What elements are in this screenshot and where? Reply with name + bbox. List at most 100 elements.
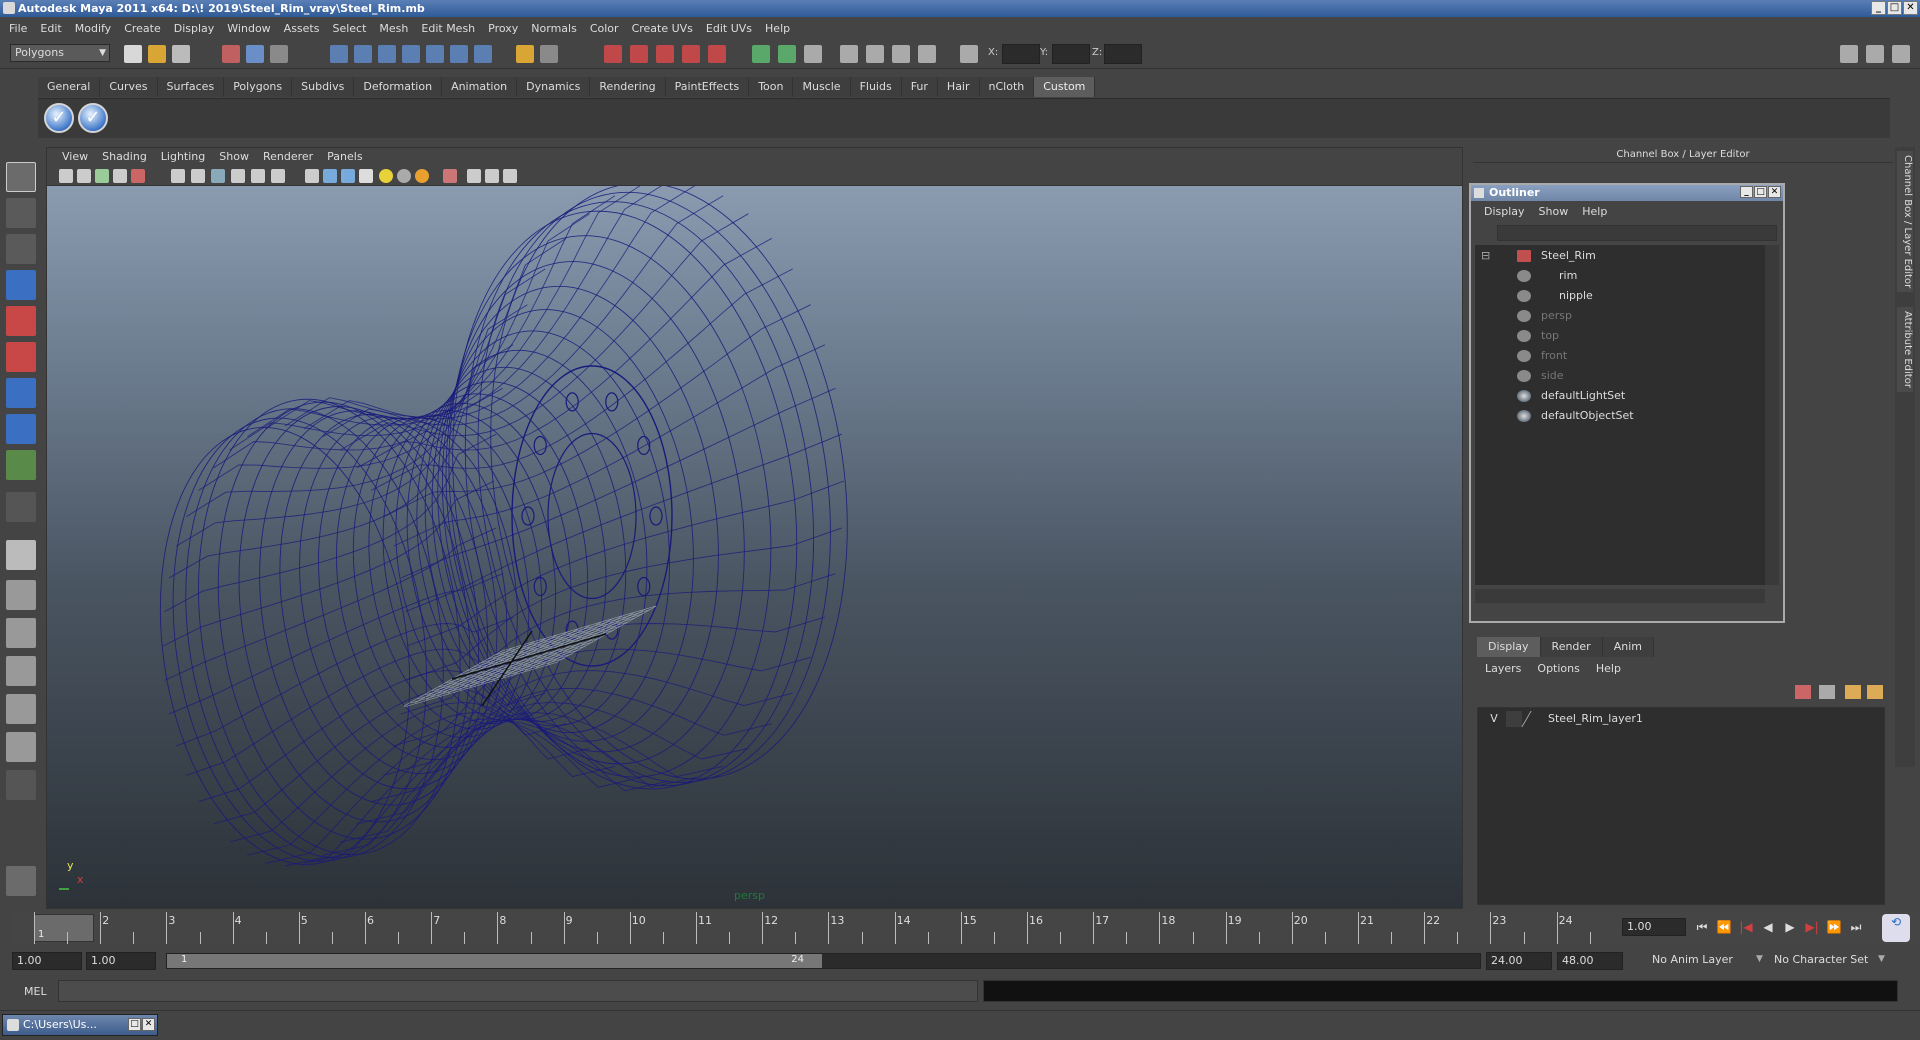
outliner-vertical-scrollbar[interactable] (1765, 245, 1779, 585)
hypershade-layout-icon[interactable] (6, 694, 36, 724)
menu-edit-mesh[interactable]: Edit Mesh (416, 22, 483, 35)
shelf-tab-fur[interactable]: Fur (901, 77, 938, 97)
checkmark-icon[interactable]: ✓ (44, 103, 74, 133)
shelf-tab-surfaces[interactable]: Surfaces (157, 77, 225, 97)
lasso-tool-icon[interactable] (6, 198, 36, 228)
side-tab-attribute-editor[interactable]: Attribute Editor (1897, 307, 1913, 392)
camera-attr-icon[interactable] (77, 169, 91, 183)
bookmark-icon[interactable] (95, 169, 109, 183)
paint-select-icon[interactable] (6, 234, 36, 264)
sidebar-toggle-icon[interactable] (804, 45, 822, 63)
transform-icon[interactable] (866, 45, 884, 63)
tab-display[interactable]: Display (1477, 637, 1541, 657)
outliner-item[interactable]: ⊟ Steel_Rim (1475, 247, 1765, 265)
menu-color[interactable]: Color (585, 22, 627, 35)
render-settings-icon[interactable] (656, 45, 674, 63)
grease-pencil-icon[interactable] (131, 169, 145, 183)
play-forwards-icon[interactable]: ▶ (1782, 919, 1798, 935)
outliner-item[interactable]: rim (1475, 267, 1765, 285)
shelf-tab-dynamics[interactable]: Dynamics (517, 77, 591, 97)
snap-surface-icon[interactable] (426, 45, 444, 63)
playback-end-field[interactable]: 24.00 (1486, 952, 1552, 970)
go-to-end-icon[interactable]: ⏭ (1848, 919, 1864, 935)
tab-anim[interactable]: Anim (1602, 637, 1654, 657)
tab-render[interactable]: Render (1540, 637, 1603, 657)
single-pane-icon[interactable] (6, 540, 36, 570)
step-back-key-icon[interactable]: |◀ (1738, 919, 1754, 935)
range-slider-handle[interactable]: 1 24 (167, 954, 822, 968)
menu-select[interactable]: Select (327, 22, 374, 35)
menu-edit[interactable]: Edit (35, 22, 69, 35)
viewport-menu-show[interactable]: Show (212, 148, 256, 165)
persp-outliner-icon[interactable] (6, 618, 36, 648)
persp-graph-icon[interactable] (6, 656, 36, 686)
layer-type-toggle[interactable] (1506, 711, 1522, 727)
menu-normals[interactable]: Normals (526, 22, 585, 35)
viewport-menu-lighting[interactable]: Lighting (154, 148, 212, 165)
tool-settings-icon[interactable] (1866, 45, 1884, 63)
render-view-icon[interactable] (708, 45, 726, 63)
last-tool-icon[interactable] (6, 492, 36, 522)
outliner-filter-input[interactable] (1497, 225, 1777, 241)
resolution-gate-icon[interactable] (211, 169, 225, 183)
new-scene-icon[interactable] (124, 45, 142, 63)
new-layer-selected-icon[interactable] (1819, 685, 1835, 699)
soft-mod-icon[interactable] (6, 414, 36, 444)
absolute-icon[interactable] (918, 45, 936, 63)
x-field[interactable] (1002, 44, 1040, 64)
menu-edit-uvs[interactable]: Edit UVs (701, 22, 760, 35)
save-scene-icon[interactable] (172, 45, 190, 63)
z-field[interactable] (1104, 44, 1142, 64)
menu-proxy[interactable]: Proxy (483, 22, 526, 35)
menu-modify[interactable]: Modify (70, 22, 119, 35)
shelf-tab-subdivs[interactable]: Subdivs (292, 77, 355, 97)
viewport-canvas[interactable]: y x persp (47, 186, 1462, 908)
four-pane-icon[interactable] (6, 580, 36, 610)
outliner-horizontal-scrollbar[interactable] (1475, 589, 1765, 603)
step-forward-key-icon[interactable]: ▶| (1804, 919, 1820, 935)
open-scene-icon[interactable] (148, 45, 166, 63)
shelf-tab-general[interactable]: General (38, 77, 101, 97)
close-button[interactable]: ✕ (1903, 1, 1918, 15)
layer-color-swatch[interactable] (1521, 711, 1543, 727)
playback-start-field[interactable]: 1.00 (86, 952, 156, 970)
layer-visibility-toggle[interactable]: V (1486, 711, 1502, 727)
shelf-tab-custom[interactable]: Custom (1034, 77, 1096, 97)
menu-file[interactable]: File (4, 22, 35, 35)
field-chart-icon[interactable] (251, 169, 265, 183)
step-back-frame-icon[interactable]: ⏪ (1716, 919, 1732, 935)
animation-end-field[interactable]: 48.00 (1557, 952, 1623, 970)
go-to-start-icon[interactable]: ⏮ (1694, 919, 1710, 935)
image-plane-icon[interactable] (113, 169, 127, 183)
snap-curve-icon[interactable] (354, 45, 372, 63)
menu-assets[interactable]: Assets (279, 22, 328, 35)
time-slider[interactable]: 1 2 3 4 5 6 7 8 9 10 11 12 13 14 15 16 17 18 19 20 21 22 23 24 (10, 912, 1620, 944)
hypershade-icon[interactable] (682, 45, 700, 63)
render-frame-icon[interactable] (604, 45, 622, 63)
move-tool-icon[interactable] (6, 270, 36, 300)
shelf-tab-animation[interactable]: Animation (442, 77, 518, 97)
select-object-icon[interactable] (246, 45, 264, 63)
outliner-item[interactable]: top (1475, 327, 1765, 345)
shelf-tab-curves[interactable]: Curves (100, 77, 158, 97)
rename-icon[interactable] (840, 45, 858, 63)
animation-start-field[interactable]: 1.00 (12, 952, 82, 970)
current-frame-marker[interactable]: 1 (34, 914, 94, 942)
attribute-editor-icon[interactable] (1840, 45, 1858, 63)
outliner-menu-display[interactable]: Display (1477, 201, 1532, 221)
wireframe-icon[interactable] (305, 169, 319, 183)
outliner-close-button[interactable]: ✕ (1768, 186, 1781, 198)
select-tool-icon[interactable] (6, 162, 36, 192)
shelf-tab-toon[interactable]: Toon (749, 77, 794, 97)
collapse-icon[interactable] (6, 770, 36, 800)
outliner-item[interactable]: persp (1475, 307, 1765, 325)
menu-display[interactable]: Display (169, 22, 223, 35)
relative-icon[interactable] (892, 45, 910, 63)
ipr-render-icon[interactable] (630, 45, 648, 63)
snap-plane-icon[interactable] (402, 45, 420, 63)
snap-point-icon[interactable] (378, 45, 396, 63)
close-button[interactable]: ✕ (142, 1018, 155, 1031)
shelf-tab-polygons[interactable]: Polygons (224, 77, 293, 97)
default-light-icon[interactable] (379, 169, 393, 183)
layer-row[interactable]: V Steel_Rim_layer1 (1478, 710, 1884, 728)
